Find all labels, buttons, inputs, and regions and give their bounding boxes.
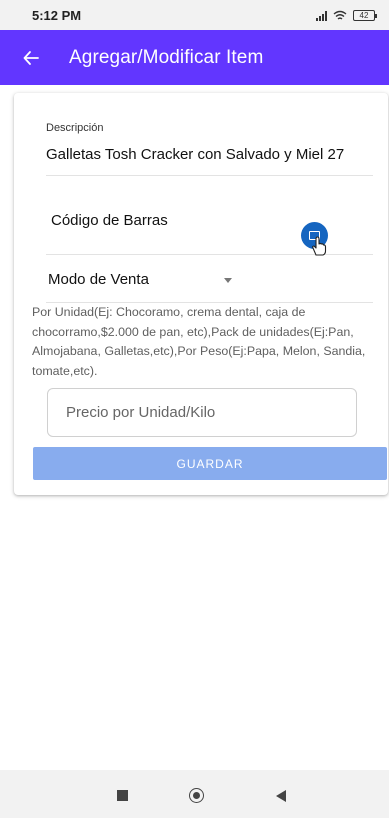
signal-icon: [316, 10, 327, 21]
precio-input[interactable]: [47, 388, 357, 437]
status-icons: 42: [316, 9, 377, 21]
descripcion-value[interactable]: Galletas Tosh Cracker con Salvado y Miel…: [46, 146, 373, 163]
guardar-button[interactable]: GUARDAR: [33, 447, 387, 480]
system-nav-bar: [0, 770, 389, 818]
modo-venta-help-text: Por Unidad(Ej: Chocoramo, crema dental, …: [32, 305, 366, 378]
page-title: Agregar/Modificar Item: [69, 46, 264, 68]
app-bar: Agregar/Modificar Item: [0, 30, 389, 85]
status-bar: 5:12 PM 42: [0, 0, 389, 30]
recent-apps-icon[interactable]: [117, 790, 128, 801]
descripcion-field[interactable]: Descripción Galletas Tosh Cracker con Sa…: [46, 115, 373, 176]
item-form-card: Descripción Galletas Tosh Cracker con Sa…: [14, 93, 388, 495]
back-icon[interactable]: [276, 790, 286, 802]
hand-cursor-icon: [312, 236, 327, 256]
codigo-barras-label: Código de Barras: [51, 212, 168, 229]
battery-icon: 42: [353, 9, 377, 21]
descripcion-label: Descripción: [46, 122, 104, 134]
modo-venta-select[interactable]: Modo de Venta: [46, 255, 373, 303]
wifi-icon: [333, 10, 347, 20]
modo-venta-label: Modo de Venta: [48, 271, 149, 288]
home-icon[interactable]: [189, 788, 204, 803]
codigo-barras-field[interactable]: Código de Barras: [46, 177, 373, 256]
chevron-down-icon[interactable]: [224, 278, 232, 283]
arrow-left-icon[interactable]: [19, 46, 43, 70]
status-time: 5:12 PM: [32, 7, 82, 23]
